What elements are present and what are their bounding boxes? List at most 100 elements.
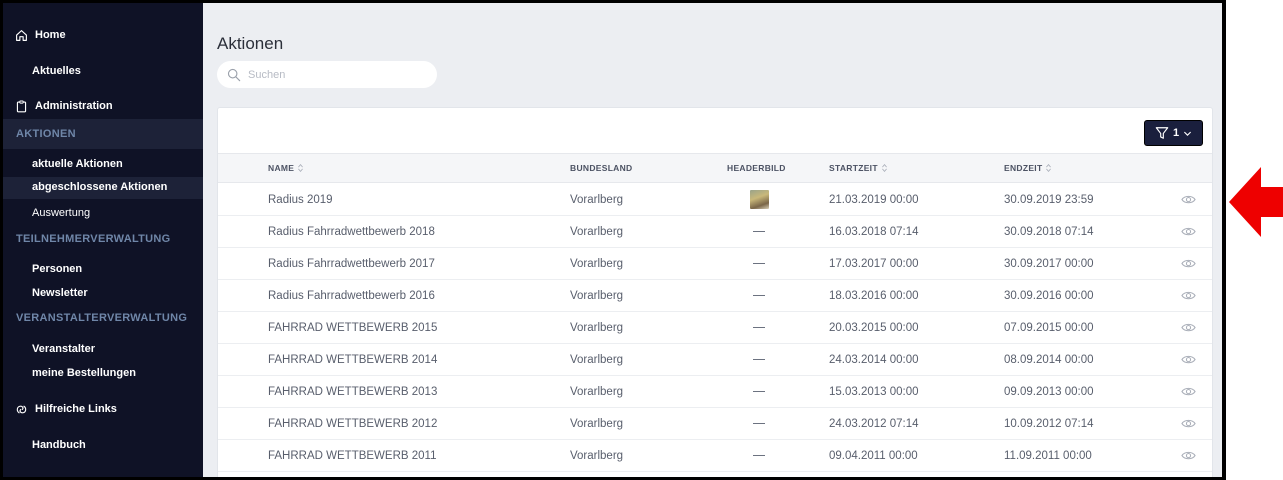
no-image-dash: [753, 455, 765, 456]
page-title: Aktionen: [217, 34, 284, 53]
sidebar-item-meine-bestellungen[interactable]: meine Bestellungen: [3, 364, 203, 382]
cell-startzeit: 24.03.2014 00:00: [829, 354, 919, 366]
cell-endzeit: 08.09.2014 00:00: [1004, 354, 1094, 366]
header-image-thumbnail: [750, 190, 769, 209]
view-eye-icon[interactable]: [1181, 289, 1196, 302]
search-box[interactable]: [217, 61, 437, 88]
sidebar-item-personen[interactable]: Personen: [3, 260, 203, 278]
sidebar-item-auswertung[interactable]: Auswertung: [3, 204, 203, 222]
table-row[interactable]: FAHRRAD WETTBEWERB 2012 Vorarlberg 24.03.2…: [218, 408, 1212, 440]
table-row[interactable]: FAHRRAD WETTBEWERB 2011 Vorarlberg 09.04.2…: [218, 440, 1212, 472]
sidebar-item-label: Home: [35, 29, 66, 41]
no-image-dash: [753, 423, 765, 424]
column-header-label: STARTZEIT: [829, 163, 878, 173]
cell-name: FAHRRAD WETTBEWERB 2011: [268, 450, 437, 462]
cell-name: FAHRRAD WETTBEWERB 2014: [268, 354, 438, 366]
column-header-label: NAME: [268, 163, 295, 173]
cell-startzeit: 15.03.2013 00:00: [829, 386, 919, 398]
column-header-label: HEADERBILD: [727, 163, 786, 173]
column-header-label: ENDZEIT: [1004, 163, 1043, 173]
search-input[interactable]: [248, 68, 428, 81]
sidebar-item-label: Administration: [35, 100, 113, 112]
view-eye-icon[interactable]: [1181, 193, 1196, 206]
sort-icon: [298, 164, 304, 172]
table-header: NAME BUNDESLAND HEADERBILD STARTZEIT END…: [218, 153, 1212, 183]
cell-startzeit: 21.03.2019 00:00: [829, 194, 919, 206]
cell-endzeit: 07.09.2015 00:00: [1004, 322, 1094, 334]
search-icon: [227, 68, 241, 81]
cell-endzeit: 10.09.2012 07:14: [1004, 418, 1094, 430]
column-header-label: BUNDESLAND: [570, 163, 633, 173]
sidebar-item-newsletter[interactable]: Newsletter: [3, 284, 203, 302]
view-eye-icon[interactable]: [1181, 417, 1196, 430]
cell-bundesland: Vorarlberg: [570, 418, 624, 430]
cell-name: Radius Fahrradwettbewerb 2017: [268, 258, 435, 270]
cell-bundesland: Vorarlberg: [570, 450, 624, 462]
view-eye-icon[interactable]: [1181, 225, 1196, 238]
main-content: Aktionen 1 NAME BUNDESLAND HEADERBIL: [203, 3, 1222, 477]
cell-endzeit: 30.09.2017 00:00: [1004, 258, 1094, 270]
table-row[interactable]: Radius Fahrradwettbewerb 2018 Vorarlberg 1…: [218, 216, 1212, 248]
view-eye-icon[interactable]: [1181, 385, 1196, 398]
table-row[interactable]: Radius Fahrradwettbewerb 2017 Vorarlberg 1…: [218, 248, 1212, 280]
no-image-dash: [753, 295, 765, 296]
cell-endzeit: 09.09.2013 00:00: [1004, 386, 1094, 398]
actions-table-card: 1 NAME BUNDESLAND HEADERBILD STARTZEIT E…: [217, 107, 1213, 477]
column-header-bundesland: BUNDESLAND: [570, 154, 633, 182]
cell-endzeit: 30.09.2018 07:14: [1004, 226, 1094, 238]
sidebar-item-handbuch[interactable]: Handbuch: [3, 436, 203, 454]
table-row[interactable]: Radius 2019 Vorarlberg 21.03.2019 00:00 30.…: [218, 184, 1212, 216]
app-window: Home Aktuelles Administration AKTIONEN a…: [0, 0, 1226, 480]
view-eye-icon[interactable]: [1181, 353, 1196, 366]
cell-startzeit: 20.03.2015 00:00: [829, 322, 919, 334]
sidebar-section-veranstalterverwaltung[interactable]: VERANSTALTERVERWALTUNG: [3, 309, 203, 327]
view-eye-icon[interactable]: [1181, 321, 1196, 334]
column-header-endzeit[interactable]: ENDZEIT: [1004, 154, 1052, 182]
table-row[interactable]: Radius Fahrradwettbewerb 2016 Vorarlberg 1…: [218, 280, 1212, 312]
cell-endzeit: 30.09.2019 23:59: [1004, 194, 1094, 206]
sidebar-section-aktionen[interactable]: AKTIONEN: [3, 119, 203, 149]
view-eye-icon[interactable]: [1181, 449, 1196, 462]
clipboard-icon: [16, 99, 27, 112]
table-row[interactable]: FAHRRAD WETTBEWERB 2013 Vorarlberg 15.03.2…: [218, 376, 1212, 408]
column-header-name[interactable]: NAME: [268, 154, 304, 182]
link-icon: [16, 405, 27, 413]
cell-bundesland: Vorarlberg: [570, 258, 624, 270]
cell-name: Radius Fahrradwettbewerb 2018: [268, 226, 435, 238]
annotation-arrow-icon: [1229, 167, 1283, 237]
cell-startzeit: 16.03.2018 07:14: [829, 226, 919, 238]
cell-startzeit: 17.03.2017 00:00: [829, 258, 919, 270]
home-icon: [16, 29, 27, 41]
column-header-startzeit[interactable]: STARTZEIT: [829, 154, 888, 182]
cell-bundesland: Vorarlberg: [570, 354, 624, 366]
cell-startzeit: 18.03.2016 00:00: [829, 290, 919, 302]
cell-name: Radius Fahrradwettbewerb 2016: [268, 290, 435, 302]
cell-startzeit: 24.03.2012 07:14: [829, 418, 919, 430]
no-image-dash: [753, 231, 765, 232]
sidebar-item-administration[interactable]: Administration: [15, 97, 113, 115]
cell-bundesland: Vorarlberg: [570, 290, 624, 302]
filter-count: 1: [1172, 127, 1180, 139]
no-image-dash: [753, 391, 765, 392]
cell-name: FAHRRAD WETTBEWERB 2012: [268, 418, 438, 430]
cell-bundesland: Vorarlberg: [570, 386, 624, 398]
sidebar-section-teilnehmerverwaltung[interactable]: TEILNEHMERVERWALTUNG: [3, 230, 203, 248]
cell-bundesland: Vorarlberg: [570, 194, 624, 206]
sidebar-item-aktuelle-aktionen[interactable]: aktuelle Aktionen: [3, 155, 203, 173]
cell-endzeit: 30.09.2016 00:00: [1004, 290, 1094, 302]
view-eye-icon[interactable]: [1181, 257, 1196, 270]
sidebar-item-home[interactable]: Home: [15, 26, 66, 44]
filter-button[interactable]: 1: [1144, 120, 1203, 146]
sidebar-item-aktuelles[interactable]: Aktuelles: [3, 62, 203, 80]
sidebar-item-hilfreiche-links[interactable]: Hilfreiche Links: [15, 400, 117, 418]
table-row[interactable]: FAHRRAD WETTBEWERB 2015 Vorarlberg 20.03.2…: [218, 312, 1212, 344]
cell-name: Radius 2019: [268, 194, 333, 206]
no-image-dash: [753, 263, 765, 264]
sidebar-item-abgeschlossene-aktionen[interactable]: abgeschlossene Aktionen: [3, 177, 203, 199]
column-header-headerbild: HEADERBILD: [727, 154, 786, 182]
cell-endzeit: 11.09.2011 00:00: [1004, 450, 1092, 462]
cell-bundesland: Vorarlberg: [570, 226, 624, 238]
sidebar-item-veranstalter[interactable]: Veranstalter: [3, 340, 203, 358]
sort-icon: [1046, 164, 1052, 172]
table-row[interactable]: FAHRRAD WETTBEWERB 2014 Vorarlberg 24.03.2…: [218, 344, 1212, 376]
